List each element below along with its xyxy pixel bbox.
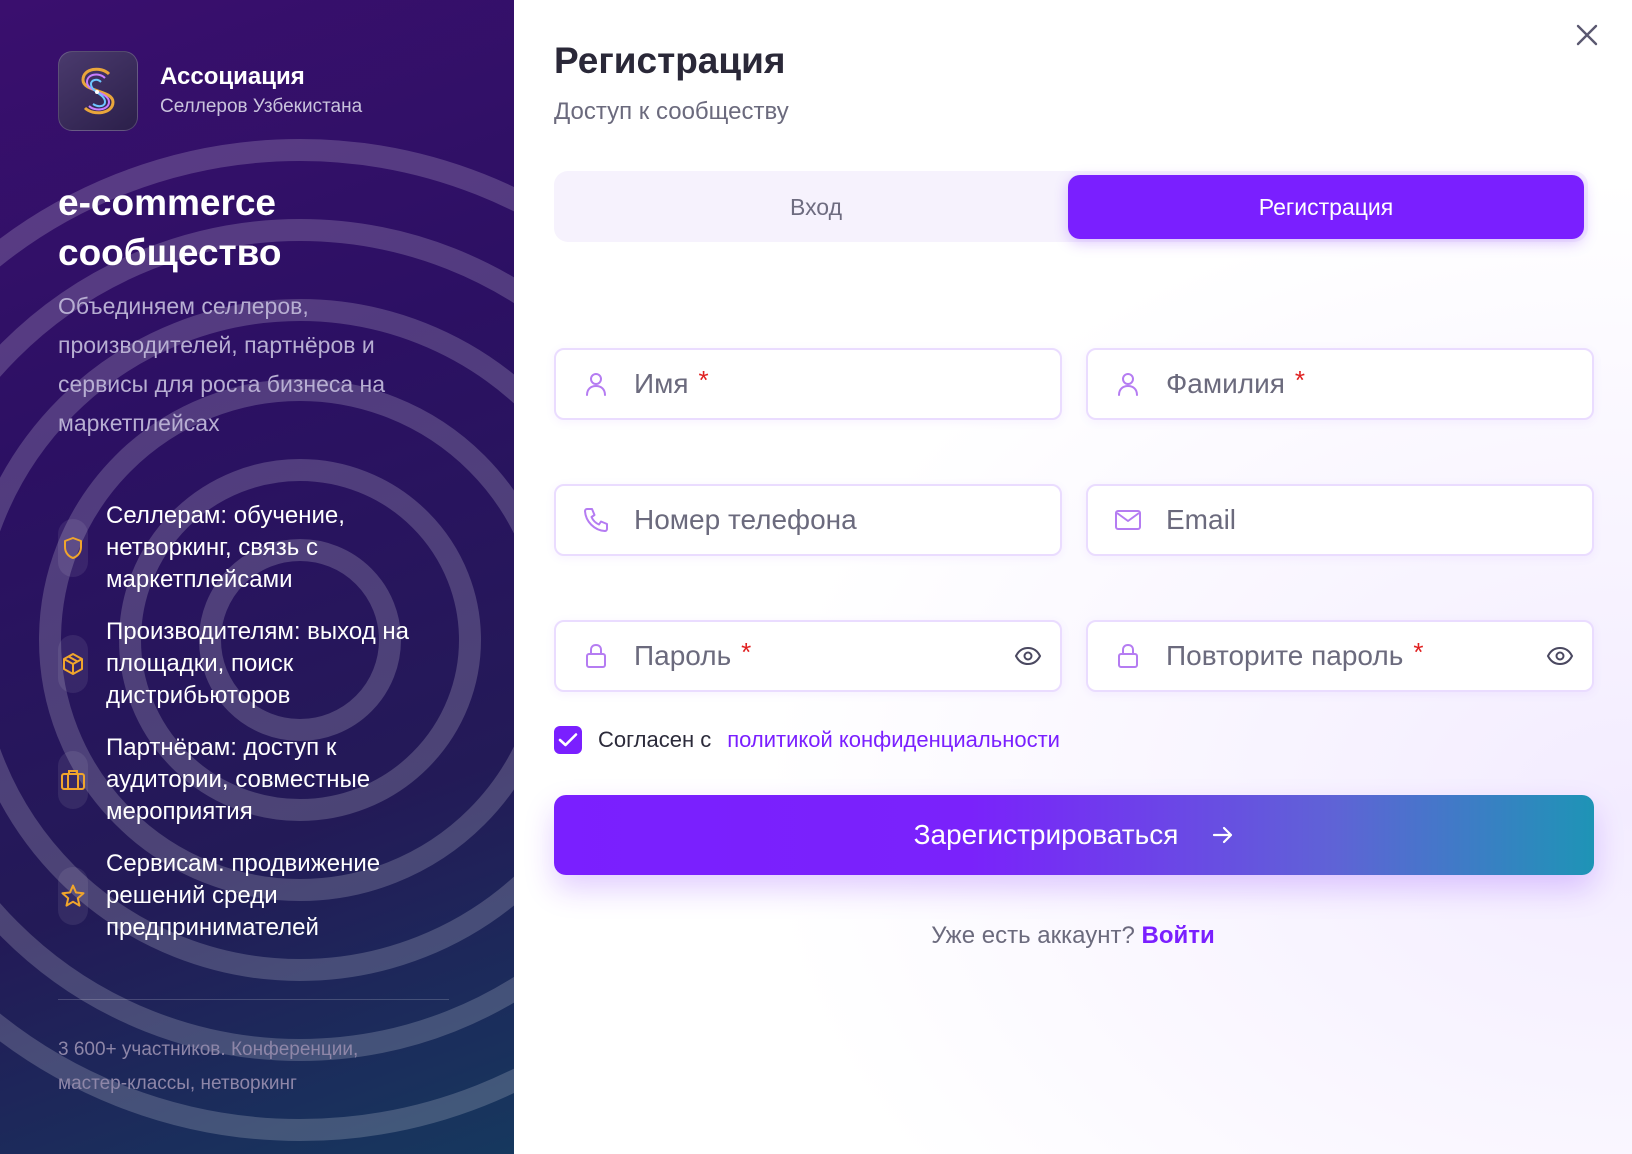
privacy-policy-link[interactable]: политикой конфиденциальности <box>727 727 1060 753</box>
feature-text: Производителям: выход на площадки, поиск… <box>106 618 409 709</box>
brand: Ассоциация Селлеров Узбекистана <box>58 51 362 131</box>
eye-icon <box>1014 646 1042 666</box>
user-icon <box>582 370 610 398</box>
close-icon <box>1576 24 1598 46</box>
first-name-placeholder: Имя <box>634 368 689 399</box>
show-password-button[interactable] <box>1012 640 1044 672</box>
brand-name: Ассоциация <box>160 63 305 90</box>
have-account-text: Уже есть аккаунт? <box>931 922 1135 949</box>
have-account-row: Уже есть аккаунт? Войти <box>514 922 1632 950</box>
register-button[interactable]: Зарегистрироваться <box>554 795 1594 875</box>
eye-icon <box>1546 646 1574 666</box>
feature-text: Селлерам: обучение, нетворкинг, связь с … <box>106 502 345 593</box>
feature-item-partners: Партнёрам: доступ к аудитории, совместны… <box>58 722 458 838</box>
show-repeat-password-button[interactable] <box>1544 640 1576 672</box>
star-icon <box>58 867 88 925</box>
phone-input[interactable] <box>634 504 964 536</box>
lock-icon <box>582 642 610 670</box>
feature-item-services: Сервисам: продвижение решений среди пред… <box>58 838 458 954</box>
page-title: Регистрация <box>554 40 786 81</box>
check-icon <box>558 733 578 747</box>
tab-login[interactable]: Вход <box>558 175 1074 239</box>
arrow-right-icon <box>1212 826 1234 844</box>
phone-icon <box>582 506 610 534</box>
feature-item-producers: Производителям: выход на площадки, поиск… <box>58 606 458 722</box>
last-name-placeholder: Фамилия <box>1166 368 1285 399</box>
required-mark: * <box>741 636 752 667</box>
promo-lead: Объединяем селлеров, производителей, пар… <box>58 293 386 436</box>
box-icon <box>58 635 88 693</box>
promo-footnote: 3 600+ участников. Конференции, мастер-к… <box>58 1039 359 1094</box>
feature-item-sellers: Селлерам: обучение, нетворкинг, связь с … <box>58 490 458 606</box>
login-link[interactable]: Войти <box>1141 922 1214 949</box>
feature-list: Селлерам: обучение, нетворкинг, связь с … <box>58 490 458 954</box>
required-mark: * <box>1413 636 1424 667</box>
page-subtitle: Доступ к сообществу <box>554 98 789 125</box>
feature-text: Партнёрам: доступ к аудитории, совместны… <box>106 734 371 825</box>
email-field[interactable] <box>1086 484 1594 556</box>
promo-panel: Ассоциация Селлеров Узбекистана e-commer… <box>0 0 514 1154</box>
privacy-checkbox[interactable] <box>554 726 582 754</box>
repeat-password-placeholder: Повторите пароль <box>1166 640 1404 671</box>
required-mark: * <box>698 364 709 395</box>
promo-headline: e-commerce сообщество <box>58 182 282 273</box>
password-placeholder: Пароль <box>634 640 732 671</box>
registration-panel: Регистрация Доступ к сообществу Вход Рег… <box>514 0 1632 1154</box>
repeat-password-field[interactable]: Повторите пароль * <box>1086 620 1594 692</box>
mail-icon <box>1114 506 1142 534</box>
privacy-agreement: Согласен с политикой конфиденциальности <box>554 726 1060 754</box>
auth-tabs: Вход Регистрация <box>554 171 1588 242</box>
password-field[interactable]: Пароль * <box>554 620 1062 692</box>
tab-register[interactable]: Регистрация <box>1068 175 1584 239</box>
last-name-field[interactable]: Фамилия * <box>1086 348 1594 420</box>
phone-field[interactable] <box>554 484 1062 556</box>
agreement-text: Согласен с <box>598 727 712 752</box>
brand-subtitle: Селлеров Узбекистана <box>160 96 363 117</box>
association-logo <box>58 51 138 131</box>
briefcase-icon <box>58 751 88 809</box>
feature-text: Сервисам: продвижение решений среди пред… <box>106 850 381 941</box>
first-name-field[interactable]: Имя * <box>554 348 1062 420</box>
shield-icon <box>58 519 88 577</box>
lock-icon <box>1114 642 1142 670</box>
divider <box>58 999 449 1000</box>
close-button[interactable] <box>1570 18 1604 52</box>
required-mark: * <box>1294 364 1306 395</box>
user-icon <box>1114 370 1142 398</box>
email-input[interactable] <box>1166 504 1496 536</box>
register-button-label: Зарегистрироваться <box>913 819 1179 850</box>
